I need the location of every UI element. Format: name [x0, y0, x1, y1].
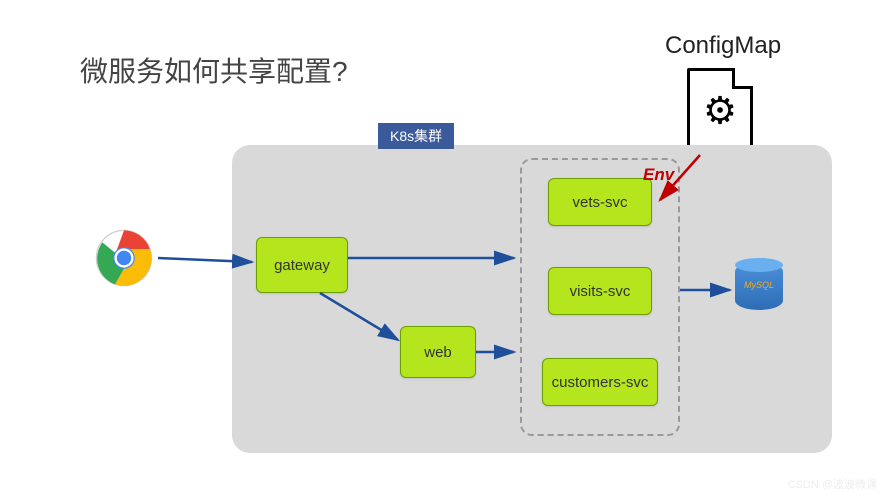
node-gateway: gateway	[256, 237, 348, 293]
watermark: CSDN @波波微课	[788, 476, 877, 492]
page-title: 微服务如何共享配置?	[80, 50, 348, 90]
node-vets: vets-svc	[548, 178, 652, 226]
k8s-cluster-label: K8s集群	[378, 123, 454, 149]
node-web: web	[400, 326, 476, 378]
node-customers: customers-svc	[542, 358, 658, 406]
chrome-icon	[94, 228, 154, 288]
database-icon: MySQL	[735, 262, 783, 320]
db-label: MySQL	[735, 280, 783, 290]
configmap-icon: ⚙	[687, 68, 753, 154]
node-visits: visits-svc	[548, 267, 652, 315]
gear-icon: ⚙	[703, 89, 737, 134]
env-label: Env	[643, 165, 674, 185]
configmap-label: ConfigMap	[665, 32, 781, 60]
